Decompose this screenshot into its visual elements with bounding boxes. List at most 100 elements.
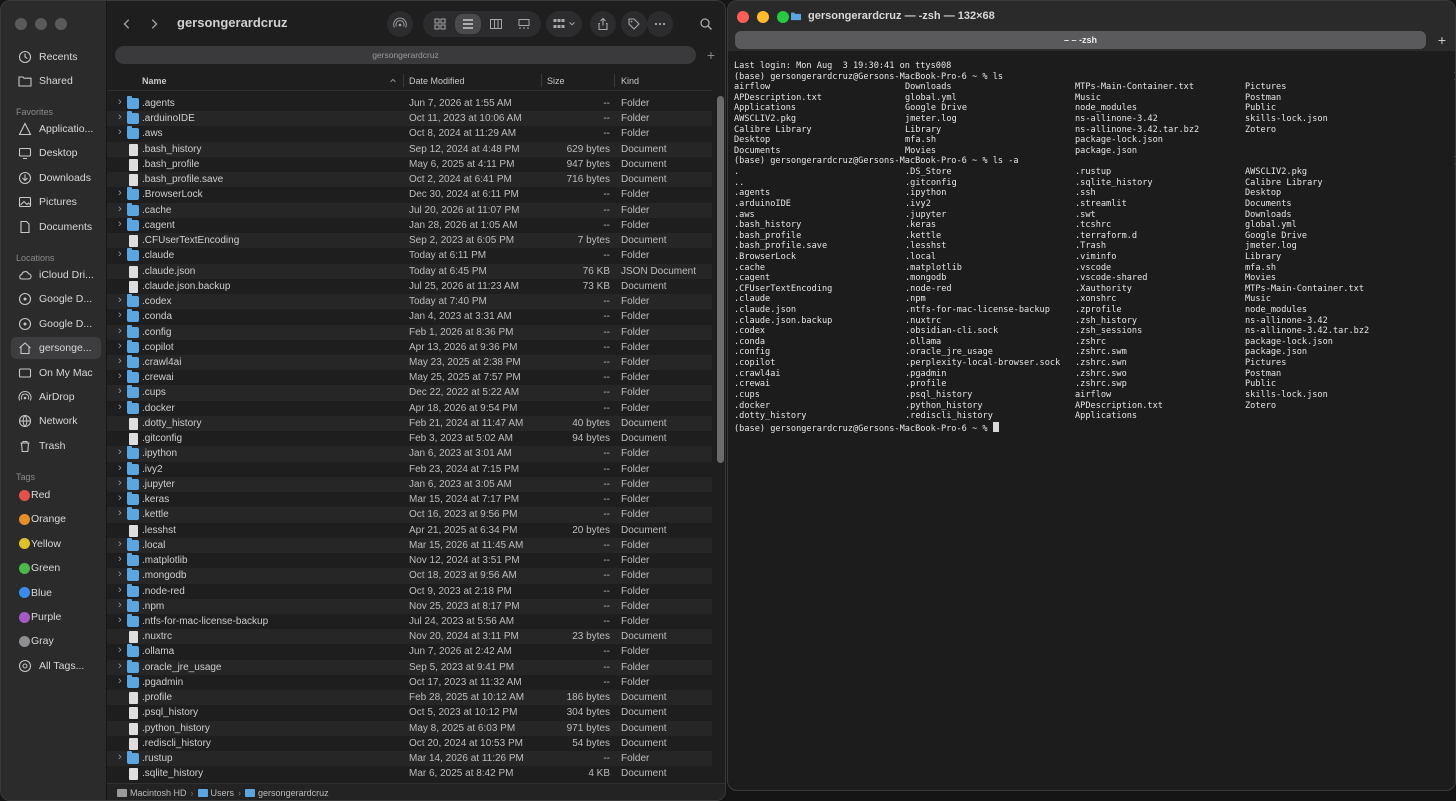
sidebar-tag-all-tags[interactable]: All Tags... — [11, 655, 101, 677]
file-row[interactable]: › .claude Today at 6:11 PM -- Folder — [107, 248, 712, 263]
disclosure-triangle-icon[interactable]: › — [118, 340, 122, 352]
file-row[interactable]: › .docker Apr 18, 2026 at 9:54 PM -- Folder — [107, 400, 712, 416]
tab-zsh[interactable]: – – -zsh — [735, 31, 1426, 49]
column-name[interactable]: Name — [142, 76, 167, 86]
sidebar-item-desktop[interactable]: Desktop — [11, 142, 101, 164]
file-row[interactable]: .profile Feb 28, 2025 at 10:12 AM 186 byte… — [107, 690, 712, 706]
column-divider[interactable] — [541, 74, 542, 87]
back-button[interactable] — [116, 13, 138, 35]
file-row[interactable]: .sqlite_history Mar 6, 2025 at 8:42 PM 4 K… — [107, 766, 712, 781]
disclosure-triangle-icon[interactable]: › — [118, 477, 122, 489]
file-row[interactable]: .dotty_history Feb 21, 2024 at 11:47 AM 40… — [107, 415, 712, 432]
new-tab-button[interactable]: + — [1433, 31, 1451, 49]
path-crumb[interactable]: gersongerardcruz — [245, 788, 329, 798]
path-crumb[interactable]: Users — [197, 788, 234, 798]
file-row[interactable]: › .cups Dec 22, 2022 at 5:22 AM -- Folder — [107, 385, 712, 401]
disclosure-triangle-icon[interactable]: › — [118, 584, 122, 596]
sidebar-tag-purple[interactable]: Purple — [11, 606, 101, 628]
file-row[interactable]: .CFUserTextEncoding Sep 2, 2023 at 6:05 P… — [107, 233, 712, 249]
disclosure-triangle-icon[interactable]: › — [118, 568, 122, 580]
search-button[interactable] — [693, 11, 719, 37]
file-row[interactable]: › .ntfs-for-mac-license-backup Jul 24, 202… — [107, 613, 712, 629]
column-size[interactable]: Size — [547, 76, 565, 86]
file-row[interactable]: › .kettle Oct 16, 2023 at 9:56 PM -- Folder — [107, 507, 712, 523]
file-row[interactable]: › .matplotlib Nov 12, 2024 at 3:51 PM -- Fol… — [107, 553, 712, 568]
disclosure-triangle-icon[interactable]: › — [118, 401, 122, 413]
file-row[interactable]: .lesshst Apr 21, 2025 at 6:34 PM 20 bytes D… — [107, 523, 712, 538]
disclosure-triangle-icon[interactable]: › — [118, 614, 122, 626]
disclosure-triangle-icon[interactable]: › — [118, 325, 122, 337]
file-row[interactable]: › .crawl4ai May 23, 2025 at 2:38 PM -- Folde… — [107, 354, 712, 371]
column-date-modified[interactable]: Date Modified — [409, 76, 465, 86]
sidebar-item-airdrop[interactable]: AirDrop — [11, 386, 101, 408]
path-tab[interactable]: gersongerardcruz — [115, 46, 696, 64]
path-crumb[interactable]: Macintosh HD — [117, 788, 187, 798]
file-row[interactable]: .bash_history Sep 12, 2024 at 4:48 PM 629 … — [107, 141, 712, 157]
column-kind[interactable]: Kind — [621, 76, 639, 86]
disclosure-triangle-icon[interactable]: › — [118, 644, 122, 656]
sidebar-item-documents[interactable]: Documents — [11, 216, 101, 238]
disclosure-triangle-icon[interactable]: › — [118, 538, 122, 550]
file-row[interactable]: .nuxtrc Nov 20, 2024 at 3:11 PM 23 bytes Do… — [107, 629, 712, 645]
file-row[interactable]: › .ollama Jun 7, 2026 at 2:42 AM -- Folder — [107, 644, 712, 659]
sidebar-item-gersonge[interactable]: gersonge... — [11, 337, 101, 360]
disclosure-triangle-icon[interactable]: › — [118, 446, 122, 458]
sidebar-item-icloud-dri[interactable]: iCloud Dri... — [11, 264, 101, 286]
disclosure-triangle-icon[interactable]: › — [118, 751, 122, 763]
file-row[interactable]: › .npm Nov 25, 2023 at 8:17 PM -- Folder — [107, 598, 712, 614]
disclosure-triangle-icon[interactable]: › — [118, 218, 122, 230]
disclosure-triangle-icon[interactable]: › — [118, 462, 122, 474]
file-row[interactable]: .claude.json Today at 6:45 PM 76 KB JSON Do… — [107, 263, 712, 279]
gallery-view-button[interactable] — [511, 14, 537, 34]
sidebar-item-on-my-mac[interactable]: On My Mac — [11, 362, 101, 384]
close-button[interactable] — [737, 11, 749, 23]
disclosure-triangle-icon[interactable]: › — [118, 599, 122, 611]
sidebar-item-google-d[interactable]: Google D... — [11, 288, 101, 310]
file-row[interactable]: › .cache Jul 20, 2026 at 11:07 PM -- Folder — [107, 202, 712, 218]
share-button[interactable] — [590, 11, 616, 37]
disclosure-triangle-icon[interactable]: › — [118, 385, 122, 397]
file-row[interactable]: .psql_history Oct 5, 2023 at 10:12 PM 304 … — [107, 705, 712, 720]
file-row[interactable]: .claude.json.backup Jul 25, 2026 at 11:23… — [107, 279, 712, 294]
sidebar-item-downloads[interactable]: Downloads — [11, 167, 101, 189]
file-row[interactable]: › .node-red Oct 9, 2023 at 2:18 PM -- Folder — [107, 583, 712, 599]
file-row[interactable]: .python_history May 8, 2025 at 6:03 PM 971… — [107, 720, 712, 736]
disclosure-triangle-icon[interactable]: › — [118, 187, 122, 199]
terminal-output[interactable]: Last login: Mon Aug 3 19:30:41 on ttys00… — [734, 61, 1455, 434]
file-row[interactable]: › .copilot Apr 13, 2026 at 9:36 PM -- Folder — [107, 339, 712, 355]
sidebar-item-shared[interactable]: Shared — [11, 70, 101, 92]
disclosure-triangle-icon[interactable]: › — [118, 355, 122, 367]
file-row[interactable]: .bash_profile May 6, 2025 at 4:11 PM 947 b… — [107, 157, 712, 172]
sidebar-tag-orange[interactable]: Orange — [11, 508, 101, 530]
disclosure-triangle-icon[interactable]: › — [118, 126, 122, 138]
sidebar-item-pictures[interactable]: Pictures — [11, 191, 101, 213]
file-row[interactable]: › .oracle_jre_usage Sep 5, 2023 at 9:41 PM… — [107, 659, 712, 675]
forward-button[interactable] — [143, 13, 165, 35]
disclosure-triangle-icon[interactable]: › — [118, 248, 122, 260]
sidebar-tag-blue[interactable]: Blue — [11, 582, 101, 604]
sidebar-tag-yellow[interactable]: Yellow — [11, 533, 101, 555]
sidebar-tag-red[interactable]: Red — [11, 484, 101, 506]
file-row[interactable]: › .arduinoIDE Oct 11, 2023 at 10:06 AM -- Fo… — [107, 111, 712, 127]
disclosure-triangle-icon[interactable]: › — [118, 553, 122, 565]
disclosure-triangle-icon[interactable]: › — [118, 370, 122, 382]
file-row[interactable]: .bash_profile.save Oct 2, 2024 at 6:41 PM… — [107, 172, 712, 188]
column-view-button[interactable] — [483, 14, 509, 34]
close-button[interactable] — [15, 18, 27, 30]
sidebar-tag-green[interactable]: Green — [11, 557, 101, 579]
new-tab-button[interactable]: + — [703, 46, 719, 64]
airdrop-button[interactable] — [387, 11, 413, 37]
disclosure-triangle-icon[interactable]: › — [118, 203, 122, 215]
sidebar-item-google-d[interactable]: Google D... — [11, 313, 101, 335]
zoom-button[interactable] — [55, 18, 67, 30]
disclosure-triangle-icon[interactable]: › — [118, 96, 122, 108]
zoom-button[interactable] — [777, 11, 789, 23]
file-row[interactable]: › .crewai May 25, 2025 at 7:57 PM -- Folder — [107, 370, 712, 385]
file-row[interactable]: › .codex Today at 7:40 PM -- Folder — [107, 294, 712, 310]
sidebar-item-trash[interactable]: Trash — [11, 435, 101, 457]
sidebar-item-network[interactable]: Network — [11, 410, 101, 432]
file-row[interactable]: .rediscli_history Oct 20, 2024 at 10:53 P… — [107, 736, 712, 751]
file-row[interactable]: › .local Mar 15, 2026 at 11:45 AM -- Folder — [107, 537, 712, 554]
sidebar-item-applicatio[interactable]: Applicatio... — [11, 118, 101, 140]
more-actions-button[interactable] — [647, 11, 673, 37]
